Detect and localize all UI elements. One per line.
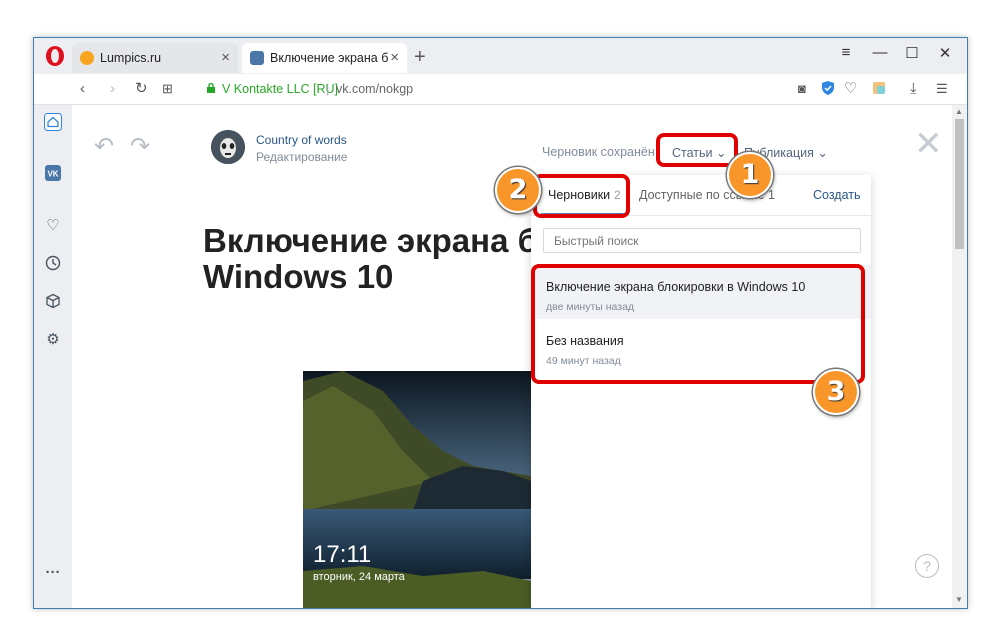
lock-screen-image[interactable]: 17:11 вторник, 24 марта	[303, 371, 531, 608]
page-scrollbar[interactable]: ▲ ▼	[952, 105, 967, 608]
scroll-down-icon[interactable]: ▼	[955, 595, 963, 604]
download-icon[interactable]: ⤓	[910, 79, 917, 99]
svg-text:VK: VK	[47, 170, 58, 179]
sidebar-item-settings[interactable]: ⚙	[43, 329, 63, 349]
reload-icon[interactable]: ↻	[135, 79, 148, 99]
tab-title: Включение экрана блокир	[270, 51, 388, 65]
tab-bar: Lumpics.ru × Включение экрана блокир × +…	[34, 38, 967, 74]
extension-cube-icon[interactable]	[872, 81, 886, 101]
quick-search-input[interactable]	[543, 228, 861, 253]
lock-icon[interactable]	[207, 83, 215, 93]
redo-icon[interactable]: ↷	[130, 132, 150, 161]
tab-vk[interactable]: Включение экрана блокир ×	[242, 43, 407, 73]
sidebar-item-home[interactable]	[43, 112, 63, 132]
author-name[interactable]: Country of words	[256, 133, 347, 147]
back-icon[interactable]: ‹	[80, 79, 85, 99]
tab-lumpics[interactable]: Lumpics.ru ×	[72, 43, 238, 73]
tab-close-icon[interactable]: ×	[390, 50, 399, 65]
undo-icon[interactable]: ↶	[94, 132, 114, 161]
tab-title: Lumpics.ru	[100, 51, 162, 65]
edit-status: Редактирование	[256, 150, 348, 164]
sidebar-item-vk[interactable]: VK	[43, 163, 63, 183]
url-field[interactable]: vk.com/nokgp	[336, 82, 413, 96]
scroll-up-icon[interactable]: ▲	[955, 107, 963, 116]
help-button[interactable]: ?	[915, 554, 939, 578]
maximize-button[interactable]: ☐	[902, 44, 922, 62]
camera-icon[interactable]: ◙	[798, 79, 806, 99]
close-window-button[interactable]: ✕	[935, 44, 955, 62]
settings-gear-icon: ⚙	[46, 331, 60, 348]
address-bar: ‹ › ↻ ⊞ V Kontakte LLC [RU] | vk.com/nok…	[34, 74, 967, 105]
lock-screen-time: 17:11	[313, 541, 372, 568]
opera-sidebar: VK ♡ ⚙ ···	[34, 105, 72, 608]
easy-setup-icon[interactable]: ☰	[936, 79, 948, 99]
cube-icon	[46, 293, 60, 309]
lumpics-favicon-icon	[80, 51, 94, 65]
vk-icon: VK	[45, 165, 61, 181]
home-icon	[44, 113, 62, 131]
lock-screen-date: вторник, 24 марта	[313, 571, 405, 583]
draft-saved-status: Черновик сохранён	[542, 145, 655, 159]
article-title-line1: Включение экрана бл	[203, 222, 559, 259]
highlight-drafts-tab	[533, 174, 630, 218]
forward-icon[interactable]: ›	[110, 79, 115, 99]
opera-logo-icon[interactable]	[44, 45, 66, 67]
sidebar-more[interactable]: ···	[43, 562, 63, 582]
article-title-line2: Windows 10	[203, 258, 394, 295]
easy-setup-menu-icon[interactable]: ≡	[836, 44, 856, 61]
history-clock-icon	[45, 255, 61, 271]
tab-close-icon[interactable]: ×	[221, 50, 230, 65]
article-title[interactable]: Включение экрана бл Windows 10	[203, 223, 558, 295]
sidebar-item-bookmarks[interactable]: ♡	[43, 215, 63, 235]
highlight-articles	[656, 133, 738, 167]
step-badge-2: 2	[495, 167, 541, 213]
new-tab-button[interactable]: +	[414, 47, 426, 67]
create-article-button[interactable]: Создать	[813, 188, 861, 202]
more-icon: ···	[45, 563, 61, 581]
avatar[interactable]	[211, 130, 245, 164]
url-separator: |	[326, 81, 330, 96]
scroll-thumb[interactable]	[955, 119, 964, 249]
close-editor-icon[interactable]: ✕	[914, 127, 943, 161]
tabs-grid-icon[interactable]: ⊞	[162, 79, 173, 99]
vk-favicon-icon	[250, 51, 264, 65]
adblock-shield-icon[interactable]	[822, 81, 834, 101]
minimize-button[interactable]: —	[870, 44, 890, 61]
site-identity[interactable]: V Kontakte LLC [RU]	[222, 82, 338, 96]
bookmark-heart-icon[interactable]: ♡	[844, 79, 857, 99]
highlight-drafts-list	[531, 264, 865, 384]
sidebar-item-extensions[interactable]	[43, 291, 63, 311]
heart-icon: ♡	[46, 217, 60, 234]
step-badge-1: 1	[727, 152, 773, 198]
sidebar-item-history[interactable]	[43, 253, 63, 273]
step-badge-3: 3	[813, 369, 859, 415]
